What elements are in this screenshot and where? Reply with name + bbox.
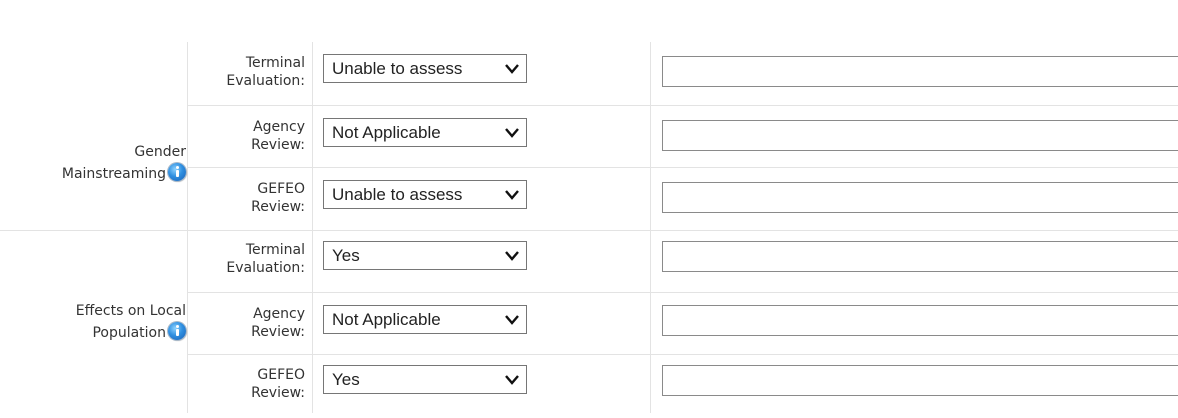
row-label-line: Review: — [251, 199, 305, 215]
group-label-line: Mainstreaming — [61, 166, 166, 182]
row-label-line: GEFEO — [257, 181, 305, 197]
comment-field[interactable] — [662, 120, 1178, 151]
row-label: Terminal Evaluation: — [187, 54, 305, 90]
row-label-line: Review: — [251, 385, 305, 401]
chevron-down-icon — [505, 315, 519, 325]
comment-field[interactable] — [662, 365, 1178, 396]
rating-row-terminal-evaluation: Terminal Evaluation: Yes — [187, 231, 1178, 294]
chevron-down-icon — [505, 190, 519, 200]
row-label-line: Agency — [253, 306, 305, 322]
row-label-line: GEFEO — [257, 367, 305, 383]
row-label: Terminal Evaluation: — [187, 241, 305, 277]
rating-select[interactable]: Unable to assess — [323, 180, 527, 209]
comment-field[interactable] — [662, 241, 1178, 272]
comment-field[interactable] — [662, 305, 1178, 336]
group-label-line: Effects on Local — [75, 303, 186, 319]
row-label-line: Evaluation: — [226, 73, 305, 89]
row-label: GEFEO Review: — [187, 180, 305, 216]
row-label-line: Review: — [251, 137, 305, 153]
group-label-effects-on-local-population: Effects on Local Population — [0, 301, 186, 344]
select-value: Not Applicable — [332, 123, 441, 142]
row-label-line: Terminal — [245, 55, 305, 71]
select-value: Not Applicable — [332, 310, 441, 329]
group-label-line: Population — [92, 325, 166, 341]
select-value: Unable to assess — [332, 59, 463, 78]
select-value: Yes — [332, 370, 360, 389]
chevron-down-icon — [505, 128, 519, 138]
row-label: Agency Review: — [187, 305, 305, 341]
info-icon[interactable] — [168, 322, 186, 340]
rating-row-gefeo-review: GEFEO Review: Yes — [187, 355, 1178, 418]
rating-select[interactable]: Yes — [323, 365, 527, 394]
comment-field[interactable] — [662, 56, 1178, 87]
rating-row-agency-review: Agency Review: Not Applicable — [187, 293, 1178, 356]
rating-select[interactable]: Not Applicable — [323, 118, 527, 147]
chevron-down-icon — [505, 251, 519, 261]
rating-row-gefeo-review: GEFEO Review: Unable to assess — [187, 168, 1178, 231]
info-icon[interactable] — [168, 163, 186, 181]
rating-select[interactable]: Not Applicable — [323, 305, 527, 334]
rating-row-agency-review: Agency Review: Not Applicable — [187, 106, 1178, 169]
row-label-line: Agency — [253, 119, 305, 135]
select-value: Unable to assess — [332, 185, 463, 204]
rating-select[interactable]: Unable to assess — [323, 54, 527, 83]
row-label: Agency Review: — [187, 118, 305, 154]
comment-field[interactable] — [662, 182, 1178, 213]
rating-select[interactable]: Yes — [323, 241, 527, 270]
rating-row-terminal-evaluation: Terminal Evaluation: Unable to assess — [187, 42, 1178, 105]
chevron-down-icon — [505, 375, 519, 385]
row-label: GEFEO Review: — [187, 366, 305, 402]
group-label-line: Gender — [134, 144, 186, 160]
row-label-line: Review: — [251, 324, 305, 340]
row-label-line: Evaluation: — [226, 260, 305, 276]
chevron-down-icon — [505, 64, 519, 74]
row-label-line: Terminal — [245, 242, 305, 258]
group-label-gender-mainstreaming: Gender Mainstreaming — [0, 142, 186, 185]
select-value: Yes — [332, 246, 360, 265]
